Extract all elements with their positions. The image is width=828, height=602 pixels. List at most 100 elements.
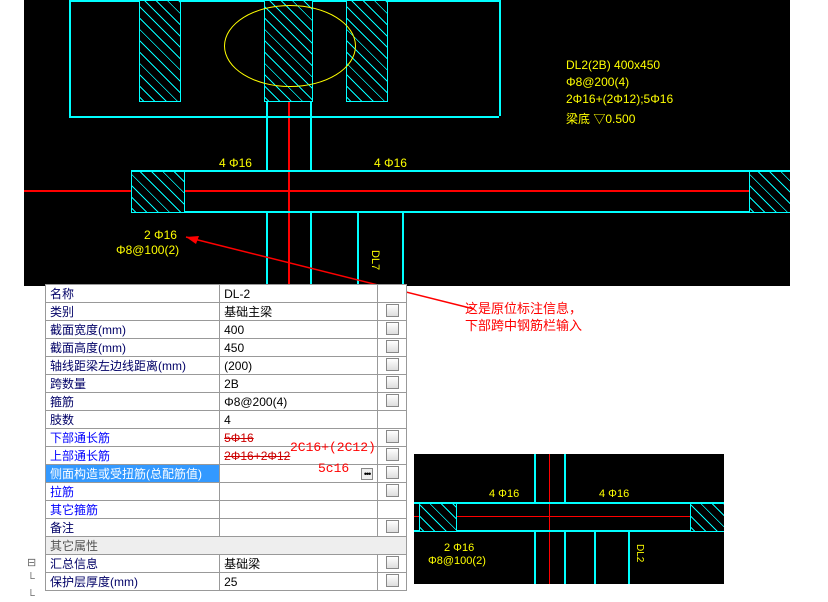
label-top1: 4 Φ16 [219, 156, 252, 170]
value-leg[interactable]: 4 [220, 411, 378, 429]
row-grp[interactable]: 其它属性 [46, 537, 407, 555]
value-side[interactable]: ••• [220, 465, 378, 483]
chk-cat[interactable] [386, 304, 399, 317]
mini-cr [564, 454, 566, 502]
label-cov: 保护层厚度(mm) [46, 573, 220, 591]
label-sum: 汇总信息 [46, 555, 220, 573]
value-span[interactable]: 2B [220, 375, 378, 393]
tree-node-2: └ [27, 590, 35, 602]
mini-axis-h [414, 516, 724, 517]
mini-preview[interactable]: 4 Φ16 4 Φ16 2 Φ16 Φ8@100(2) DL2 [414, 454, 724, 584]
annot-1: DL2(2B) 400x450 [566, 58, 660, 72]
mini-b2l [594, 530, 596, 584]
end-hatch-r [749, 171, 790, 213]
label-off: 轴线距梁左边线距离(mm) [46, 357, 220, 375]
annot-2: Φ8@200(4) [566, 75, 629, 89]
chk-span[interactable] [386, 376, 399, 389]
chk-bot[interactable] [386, 430, 399, 443]
mini-b1: 2 Φ16 [444, 542, 474, 554]
value-cat[interactable]: 基础主梁 [220, 303, 378, 321]
wall-r [499, 0, 501, 116]
label-h: 截面高度(mm) [46, 339, 220, 357]
value-memo[interactable] [220, 519, 378, 537]
note-line2: 下部跨中钢筋栏输入 [465, 315, 582, 334]
mini-b2: Φ8@100(2) [428, 555, 486, 567]
property-grid[interactable]: 名称DL-2 类别基础主梁 截面宽度(mm)400 截面高度(mm)450 轴线… [45, 284, 407, 591]
row-w[interactable]: 截面宽度(mm)400 [46, 321, 407, 339]
beam-top [131, 170, 790, 172]
value-name[interactable]: DL-2 [220, 285, 378, 303]
row-stir[interactable]: 箍筋Φ8@200(4) [46, 393, 407, 411]
label-w: 截面宽度(mm) [46, 321, 220, 339]
tree-node-1: └ [27, 573, 35, 585]
row-memo[interactable]: 备注 [46, 519, 407, 537]
value-h[interactable]: 450 [220, 339, 378, 357]
label-top: 上部通长筋 [46, 447, 220, 465]
mini-bb [414, 530, 724, 532]
mini-side: DL2 [634, 544, 645, 562]
chk-off[interactable] [386, 358, 399, 371]
chk-w[interactable] [386, 322, 399, 335]
mini-hatch-l [419, 503, 457, 532]
row-tie[interactable]: 拉筋 [46, 483, 407, 501]
chk-side[interactable] [386, 466, 399, 479]
value-off[interactable]: (200) [220, 357, 378, 375]
chk-memo[interactable] [386, 520, 399, 533]
mini-axis-v [549, 454, 550, 584]
row-name[interactable]: 名称DL-2 [46, 285, 407, 303]
end-hatch-l [131, 171, 185, 213]
label-ostir: 其它箍筋 [46, 501, 220, 519]
label-bot2: Φ8@100(2) [116, 243, 179, 257]
mini-t2: 4 Φ16 [599, 488, 629, 500]
red-annot-2: 5c16 [318, 461, 349, 476]
row-sum[interactable]: 汇总信息基础梁 [46, 555, 407, 573]
label-side: 侧面构造或受扭筋(总配筋值) [46, 465, 220, 483]
value-tie[interactable] [220, 483, 378, 501]
label-cat: 类别 [46, 303, 220, 321]
wall-bot1 [69, 116, 499, 118]
mini-b2r [628, 530, 630, 584]
beam2-l [357, 211, 359, 286]
row-h[interactable]: 截面高度(mm)450 [46, 339, 407, 357]
mini-bt [414, 502, 724, 504]
value-w[interactable]: 400 [220, 321, 378, 339]
mini-cl2 [534, 530, 536, 584]
row-span[interactable]: 跨数量2B [46, 375, 407, 393]
col-l2 [266, 211, 268, 286]
row-side-selected[interactable]: 侧面构造或受扭筋(总配筋值) ••• [46, 465, 407, 483]
label-stir: 箍筋 [46, 393, 220, 411]
value-stir[interactable]: Φ8@200(4) [220, 393, 378, 411]
chk-sum[interactable] [386, 556, 399, 569]
label-tie: 拉筋 [46, 483, 220, 501]
tree-toggle-1[interactable]: ⊟ [27, 556, 36, 569]
chk-cov[interactable] [386, 574, 399, 587]
label-span: 跨数量 [46, 375, 220, 393]
label-top2: 4 Φ16 [374, 156, 407, 170]
row-ostir[interactable]: 其它箍筋 [46, 501, 407, 519]
chk-h[interactable] [386, 340, 399, 353]
label-name: 名称 [46, 285, 220, 303]
strike-bot: 5Φ16 [224, 431, 254, 445]
mini-cr2 [564, 530, 566, 584]
label-memo: 备注 [46, 519, 220, 537]
row-cov[interactable]: 保护层厚度(mm)25 [46, 573, 407, 591]
cad-viewport[interactable]: 4 Φ16 4 Φ16 2 Φ16 Φ8@100(2) DL7 DL2(2B) … [24, 0, 790, 286]
col-hatch-1 [139, 0, 181, 102]
group-other[interactable]: 其它属性 [46, 537, 407, 555]
chk-stir[interactable] [386, 394, 399, 407]
chk-tie[interactable] [386, 484, 399, 497]
mini-cl [534, 454, 536, 502]
label-bot: 下部通长筋 [46, 429, 220, 447]
ellipsis-button[interactable]: ••• [361, 468, 373, 480]
row-cat[interactable]: 类别基础主梁 [46, 303, 407, 321]
row-leg[interactable]: 肢数4 [46, 411, 407, 429]
row-off[interactable]: 轴线距梁左边线距离(mm)(200) [46, 357, 407, 375]
value-sum[interactable]: 基础梁 [220, 555, 378, 573]
value-ostir[interactable] [220, 501, 378, 519]
chk-top[interactable] [386, 448, 399, 461]
value-cov[interactable]: 25 [220, 573, 378, 591]
annot-4: 梁底 ▽0.500 [566, 110, 635, 127]
label-bot1: 2 Φ16 [144, 228, 177, 242]
strike-top: 2Φ16+2Φ12 [224, 449, 290, 463]
beam-bot [131, 211, 790, 213]
